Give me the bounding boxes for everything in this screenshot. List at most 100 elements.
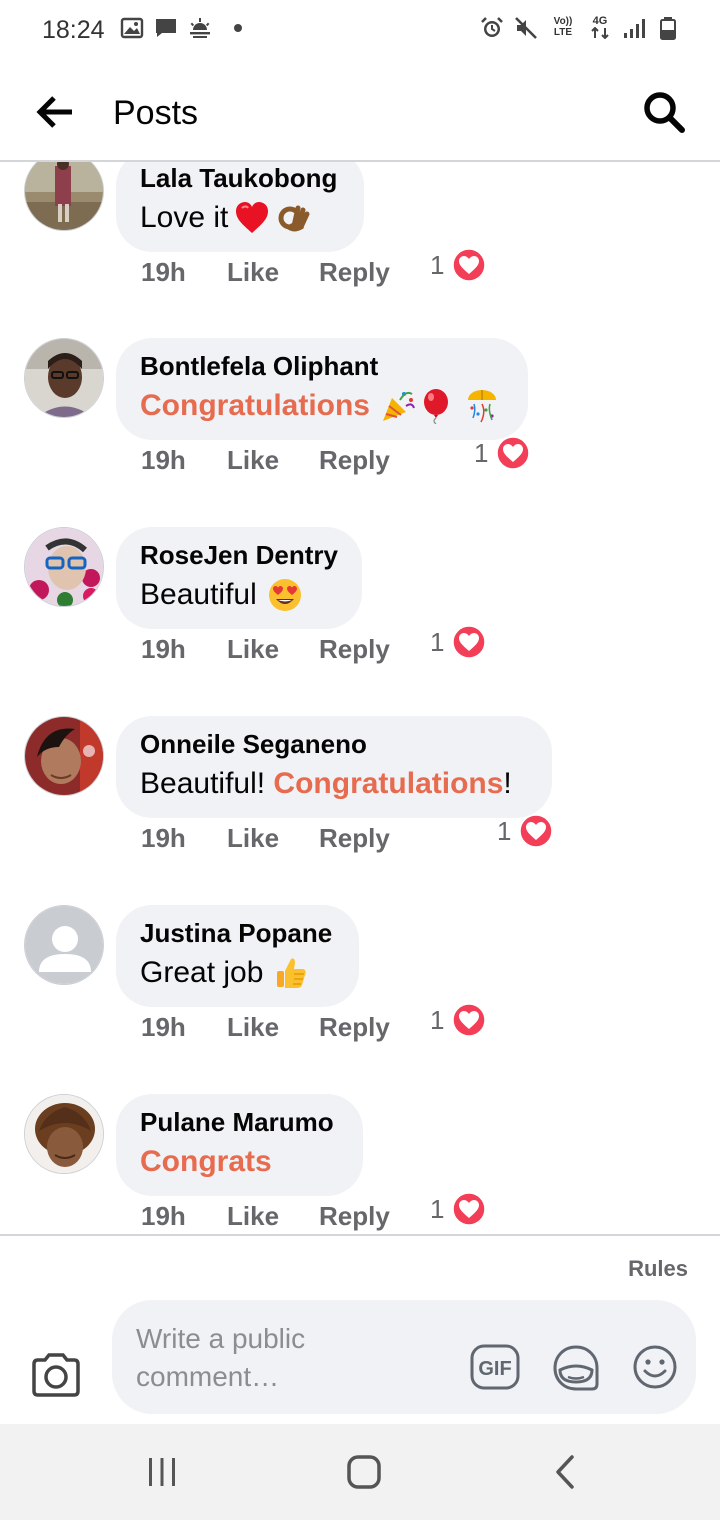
comment-text: Congrats [140, 1142, 339, 1182]
comment-actions: 19h Like Reply [141, 440, 390, 480]
comment-text-highlight[interactable]: Congratulations [273, 764, 503, 804]
reaction-summary[interactable]: 1 [430, 1192, 487, 1226]
rules-link[interactable]: Rules [628, 1256, 688, 1282]
camera-button[interactable] [30, 1352, 82, 1398]
thumbs-up-emoji [273, 955, 309, 991]
comment-text: Love it [140, 198, 340, 238]
comment-actions: 19h Like Reply [141, 629, 390, 669]
comment-author[interactable]: Bontlefela Oliphant [140, 350, 504, 382]
like-button[interactable]: Like [227, 257, 319, 288]
reaction-count: 1 [497, 815, 512, 846]
reaction-summary[interactable]: 1 [430, 248, 487, 282]
search-icon [644, 92, 685, 133]
comment-item: Justina Popane Great job 19h Like Reply … [0, 905, 720, 1095]
reaction-summary[interactable]: 1 [430, 1003, 487, 1037]
search-button[interactable] [642, 90, 686, 134]
comment-text-part: Great job [140, 956, 264, 989]
gif-button[interactable]: GIF [470, 1344, 520, 1390]
emoji-button[interactable] [632, 1344, 678, 1390]
comment-input-placeholder[interactable]: Write a public comment… [136, 1320, 386, 1396]
comment-time: 19h [141, 633, 186, 664]
message-icon [154, 16, 178, 40]
comment-text-part: ! [503, 767, 512, 800]
comment-input[interactable]: Write a public comment… GIF [112, 1300, 696, 1414]
reply-button[interactable]: Reply [319, 823, 390, 854]
system-nav-bar [0, 1424, 720, 1520]
comment-text: Congratulations [140, 386, 504, 426]
sticker-button[interactable] [552, 1344, 600, 1392]
back-button[interactable] [36, 92, 76, 132]
comment-actions: 19h Like Reply [141, 1196, 390, 1234]
reply-button[interactable]: Reply [319, 1201, 390, 1232]
like-button[interactable]: Like [227, 1201, 319, 1232]
comments-list[interactable]: Lala Taukobong Love it 19h Like Reply 1 [0, 162, 720, 1234]
comment-author[interactable]: Pulane Marumo [140, 1106, 339, 1138]
status-bar: 18:24 Vo)) LTE 4G [0, 0, 720, 60]
app-header: Posts [0, 60, 720, 162]
comment-bubble[interactable]: Bontlefela Oliphant Congratulations [116, 338, 528, 440]
comment-author[interactable]: Onneile Seganeno [140, 728, 528, 760]
comment-bubble[interactable]: Justina Popane Great job [116, 905, 359, 1007]
back-nav-button[interactable] [546, 1452, 586, 1492]
comment-author[interactable]: Justina Popane [140, 917, 335, 949]
ok-hand-emoji [276, 200, 312, 236]
recents-icon [149, 1458, 175, 1486]
back-nav-icon [556, 1455, 574, 1489]
reaction-count: 1 [430, 249, 445, 280]
love-reaction-icon [452, 1003, 487, 1037]
reaction-summary[interactable]: 1 [430, 625, 487, 659]
camera-icon [32, 1353, 80, 1397]
comment-actions: 19h Like Reply [141, 818, 390, 858]
reply-button[interactable]: Reply [319, 634, 390, 665]
status-time: 18:24 [42, 16, 105, 44]
comment-author[interactable]: Lala Taukobong [140, 162, 340, 194]
signal-icon [622, 16, 646, 40]
reaction-summary[interactable]: 1 [497, 814, 554, 848]
reply-button[interactable]: Reply [319, 1012, 390, 1043]
avatar[interactable] [24, 905, 104, 985]
comment-author[interactable]: RoseJen Dentry [140, 539, 338, 571]
comment-text-part: Love it [140, 201, 229, 234]
reply-button[interactable]: Reply [319, 257, 390, 288]
heart-eyes-emoji [267, 577, 303, 613]
alarm-icon [480, 16, 504, 40]
avatar[interactable] [24, 527, 104, 607]
comment-item: Onneile Seganeno Beautiful! Congratulati… [0, 716, 720, 906]
love-reaction-icon [452, 248, 487, 282]
avatar[interactable] [24, 162, 104, 231]
like-button[interactable]: Like [227, 634, 319, 665]
recents-button[interactable] [142, 1452, 182, 1492]
comment-bubble[interactable]: RoseJen Dentry Beautiful [116, 527, 362, 629]
like-button[interactable]: Like [227, 445, 319, 476]
comment-text-highlight[interactable]: Congratulations [140, 386, 370, 426]
avatar[interactable] [24, 716, 104, 796]
avatar[interactable] [24, 1094, 104, 1174]
comment-time: 19h [141, 444, 186, 475]
like-button[interactable]: Like [227, 1012, 319, 1043]
reaction-count: 1 [430, 1004, 445, 1035]
confetti-ball-emoji [464, 388, 500, 424]
comment-bubble[interactable]: Pulane Marumo Congrats [116, 1094, 363, 1196]
home-button[interactable] [344, 1452, 384, 1492]
comment-actions: 19h Like Reply [141, 252, 390, 292]
weather-icon [188, 16, 212, 40]
reaction-count: 1 [474, 437, 489, 468]
reply-button[interactable]: Reply [319, 445, 390, 476]
comment-bubble[interactable]: Lala Taukobong Love it [116, 162, 364, 252]
comment-item: RoseJen Dentry Beautiful 19h Like Reply … [0, 527, 720, 717]
like-button[interactable]: Like [227, 823, 319, 854]
smiley-icon [633, 1345, 677, 1389]
back-arrow-icon [36, 96, 72, 128]
sticker-icon [553, 1345, 599, 1391]
home-icon [347, 1455, 381, 1489]
avatar[interactable] [24, 338, 104, 418]
status-right-icons: Vo)) LTE 4G [480, 16, 680, 40]
comment-text-highlight[interactable]: Congrats [140, 1142, 272, 1182]
comment-actions: 19h Like Reply [141, 1007, 390, 1047]
comment-time: 19h [141, 1011, 186, 1042]
comment-bubble[interactable]: Onneile Seganeno Beautiful! Congratulati… [116, 716, 552, 818]
comment-text-part: Beautiful [140, 578, 257, 611]
battery-icon [656, 16, 680, 40]
status-left-icons [120, 16, 242, 40]
reaction-summary[interactable]: 1 [474, 436, 531, 470]
